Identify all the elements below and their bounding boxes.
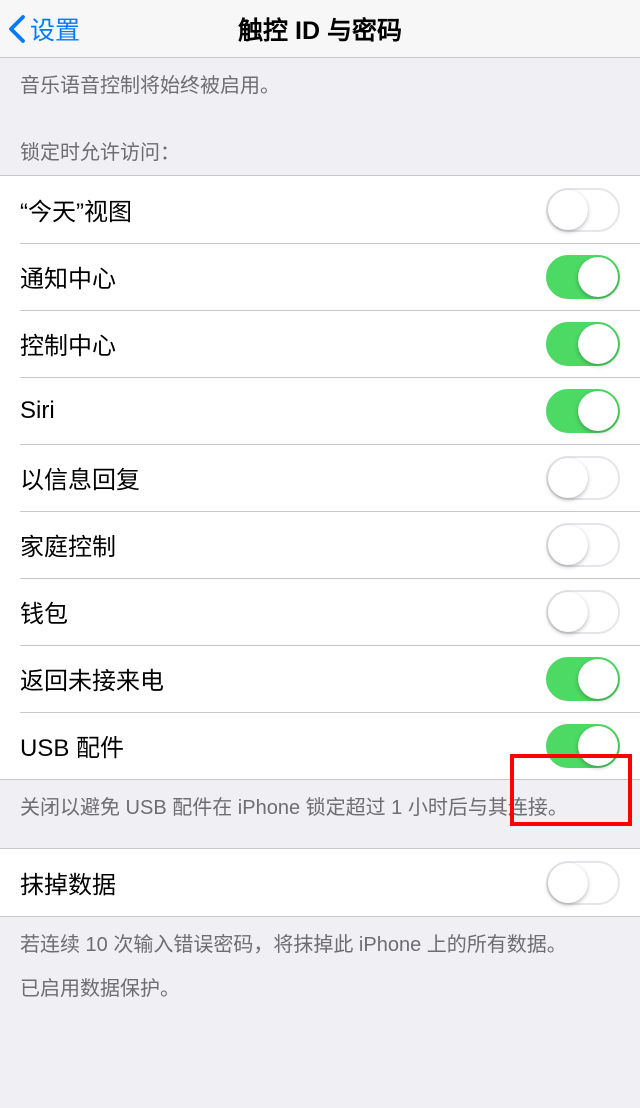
lock-access-toggle[interactable] — [546, 657, 620, 701]
chevron-left-icon — [8, 14, 26, 44]
lock-access-cell: Siri — [0, 377, 640, 444]
navbar: 设置 触控 ID 与密码 — [0, 0, 640, 58]
lock-access-toggle[interactable] — [546, 255, 620, 299]
lock-access-label: 家庭控制 — [20, 527, 116, 562]
lock-access-cell: 钱包 — [0, 578, 640, 645]
lock-access-cell: 返回未接来电 — [0, 645, 640, 712]
lock-access-header: 锁定时允许访问： — [0, 110, 640, 175]
lock-access-label: USB 配件 — [20, 728, 124, 763]
lock-access-cell: 通知中心 — [0, 243, 640, 310]
lock-access-group: “今天”视图通知中心控制中心 Siri 以信息回复家庭控制钱包返回未接来电 USB 配… — [0, 175, 640, 780]
lock-access-cell: USB 配件 — [0, 712, 640, 779]
lock-access-label: “今天”视图 — [20, 192, 132, 227]
erase-data-cell: 抹掉数据 — [0, 849, 640, 916]
lock-access-toggle[interactable] — [546, 188, 620, 232]
erase-data-footer-1: 若连续 10 次输入错误密码，将抹掉此 iPhone 上的所有数据。 — [0, 917, 640, 969]
lock-access-toggle[interactable] — [546, 523, 620, 567]
back-label: 设置 — [30, 11, 80, 47]
back-button[interactable]: 设置 — [0, 11, 80, 47]
lock-access-cell: “今天”视图 — [0, 176, 640, 243]
lock-access-toggle[interactable] — [546, 322, 620, 366]
page-title: 触控 ID 与密码 — [0, 11, 640, 47]
usb-footer: 关闭以避免 USB 配件在 iPhone 锁定超过 1 小时后与其连接。 — [0, 780, 640, 832]
lock-access-cell: 控制中心 — [0, 310, 640, 377]
erase-data-footer-2: 已启用数据保护。 — [0, 969, 640, 1013]
lock-access-label: 以信息回复 — [20, 460, 140, 495]
voice-control-footer: 音乐语音控制将始终被启用。 — [0, 58, 640, 110]
erase-data-toggle[interactable] — [546, 861, 620, 905]
erase-data-group: 抹掉数据 — [0, 848, 640, 917]
lock-access-toggle[interactable] — [546, 724, 620, 768]
lock-access-label: 钱包 — [20, 594, 68, 629]
lock-access-label: 返回未接来电 — [20, 661, 164, 696]
lock-access-cell: 以信息回复 — [0, 444, 640, 511]
lock-access-toggle[interactable] — [546, 456, 620, 500]
lock-access-cell: 家庭控制 — [0, 511, 640, 578]
lock-access-label: Siri — [20, 397, 55, 425]
lock-access-toggle[interactable] — [546, 389, 620, 433]
lock-access-label: 通知中心 — [20, 259, 116, 294]
erase-data-label: 抹掉数据 — [20, 865, 116, 900]
lock-access-label: 控制中心 — [20, 326, 116, 361]
lock-access-toggle[interactable] — [546, 590, 620, 634]
